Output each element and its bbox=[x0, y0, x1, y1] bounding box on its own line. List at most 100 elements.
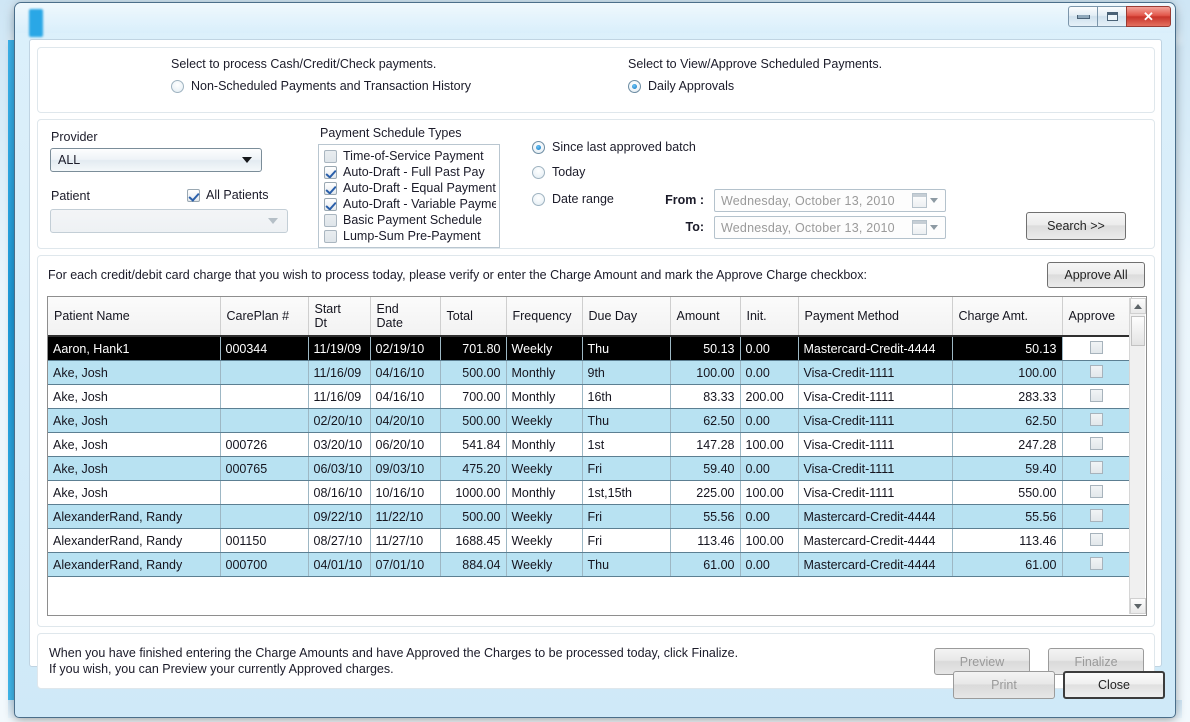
daily-approvals-radio-row[interactable]: Daily Approvals bbox=[628, 79, 734, 93]
cell-amount[interactable]: 147.28 bbox=[670, 433, 740, 457]
cell-approve[interactable] bbox=[1062, 481, 1131, 505]
cell-charge[interactable]: 50.13 bbox=[952, 336, 1062, 361]
cell-due[interactable]: Thu bbox=[582, 409, 670, 433]
cell-init[interactable]: 0.00 bbox=[740, 336, 798, 361]
approve-charge-checkbox[interactable] bbox=[1090, 389, 1103, 402]
cell-due[interactable]: Fri bbox=[582, 505, 670, 529]
table-row[interactable]: Ake, Josh11/16/0904/16/10700.00Monthly16… bbox=[48, 385, 1131, 409]
cell-end[interactable]: 06/20/10 bbox=[370, 433, 440, 457]
schedule-type-checkbox[interactable] bbox=[324, 214, 337, 227]
cell-careplan[interactable]: 000726 bbox=[220, 433, 308, 457]
table-row[interactable]: Ake, Josh00076506/03/1009/03/10475.20Wee… bbox=[48, 457, 1131, 481]
cell-careplan[interactable] bbox=[220, 361, 308, 385]
all-patients-checkbox-row[interactable]: All Patients bbox=[187, 188, 269, 202]
cell-name[interactable]: AlexanderRand, Randy bbox=[48, 505, 220, 529]
cell-approve[interactable] bbox=[1062, 361, 1131, 385]
col-end-date[interactable]: End Date bbox=[370, 297, 440, 336]
cell-init[interactable]: 0.00 bbox=[740, 409, 798, 433]
cell-freq[interactable]: Monthly bbox=[506, 481, 582, 505]
cell-approve[interactable] bbox=[1062, 336, 1131, 361]
cell-name[interactable]: Ake, Josh bbox=[48, 361, 220, 385]
cell-charge[interactable]: 113.46 bbox=[952, 529, 1062, 553]
cell-charge[interactable]: 55.56 bbox=[952, 505, 1062, 529]
cell-end[interactable]: 04/16/10 bbox=[370, 385, 440, 409]
cell-total[interactable]: 1688.45 bbox=[440, 529, 506, 553]
cell-start[interactable]: 02/20/10 bbox=[308, 409, 370, 433]
cell-start[interactable]: 09/22/10 bbox=[308, 505, 370, 529]
close-button[interactable]: Close bbox=[1063, 671, 1165, 699]
col-payment-method[interactable]: Payment Method bbox=[798, 297, 952, 336]
cell-charge[interactable]: 283.33 bbox=[952, 385, 1062, 409]
table-row[interactable]: Ake, Josh00072603/20/1006/20/10541.84Mon… bbox=[48, 433, 1131, 457]
cell-init[interactable]: 0.00 bbox=[740, 361, 798, 385]
cell-due[interactable]: Fri bbox=[582, 457, 670, 481]
cell-careplan[interactable]: 000765 bbox=[220, 457, 308, 481]
cell-careplan[interactable]: 000700 bbox=[220, 553, 308, 577]
col-due-day[interactable]: Due Day bbox=[582, 297, 670, 336]
schedule-type-item[interactable]: Time-of-Service Payment bbox=[322, 148, 496, 164]
table-row[interactable]: AlexanderRand, Randy00070004/01/1007/01/… bbox=[48, 553, 1131, 577]
cell-end[interactable]: 11/27/10 bbox=[370, 529, 440, 553]
cell-due[interactable]: 9th bbox=[582, 361, 670, 385]
approve-charge-checkbox[interactable] bbox=[1090, 509, 1103, 522]
cell-start[interactable]: 11/16/09 bbox=[308, 385, 370, 409]
cell-init[interactable]: 0.00 bbox=[740, 457, 798, 481]
cell-total[interactable]: 1000.00 bbox=[440, 481, 506, 505]
cell-init[interactable]: 100.00 bbox=[740, 529, 798, 553]
approve-charge-checkbox[interactable] bbox=[1090, 365, 1103, 378]
grid-vertical-scrollbar[interactable] bbox=[1129, 298, 1145, 614]
col-charge-amount[interactable]: Charge Amt. bbox=[952, 297, 1062, 336]
cell-amount[interactable]: 62.50 bbox=[670, 409, 740, 433]
today-radio-icon[interactable] bbox=[532, 166, 545, 179]
cell-approve[interactable] bbox=[1062, 433, 1131, 457]
cell-amount[interactable]: 61.00 bbox=[670, 553, 740, 577]
scrollbar-thumb[interactable] bbox=[1131, 316, 1145, 346]
col-patient-name[interactable]: Patient Name bbox=[48, 297, 220, 336]
cell-due[interactable]: Thu bbox=[582, 336, 670, 361]
col-init[interactable]: Init. bbox=[740, 297, 798, 336]
cell-end[interactable]: 07/01/10 bbox=[370, 553, 440, 577]
cell-total[interactable]: 701.80 bbox=[440, 336, 506, 361]
cell-amount[interactable]: 113.46 bbox=[670, 529, 740, 553]
cell-start[interactable]: 08/27/10 bbox=[308, 529, 370, 553]
minimize-button[interactable] bbox=[1068, 6, 1097, 27]
cell-charge[interactable]: 59.40 bbox=[952, 457, 1062, 481]
cell-start[interactable]: 08/16/10 bbox=[308, 481, 370, 505]
schedule-type-item[interactable]: Basic Payment Schedule bbox=[322, 212, 496, 228]
cell-due[interactable]: 1st,15th bbox=[582, 481, 670, 505]
cell-name[interactable]: Ake, Josh bbox=[48, 409, 220, 433]
close-window-button[interactable]: ✕ bbox=[1126, 6, 1171, 27]
schedule-type-checkbox[interactable] bbox=[324, 166, 337, 179]
col-total[interactable]: Total bbox=[440, 297, 506, 336]
cell-name[interactable]: AlexanderRand, Randy bbox=[48, 529, 220, 553]
dialog-title-bar[interactable]: ✕ bbox=[15, 3, 1175, 33]
cell-freq[interactable]: Weekly bbox=[506, 529, 582, 553]
table-row[interactable]: AlexanderRand, Randy09/22/1011/22/10500.… bbox=[48, 505, 1131, 529]
cell-method[interactable]: Mastercard-Credit-4444 bbox=[798, 505, 952, 529]
table-row[interactable]: AlexanderRand, Randy00115008/27/1011/27/… bbox=[48, 529, 1131, 553]
cell-total[interactable]: 884.04 bbox=[440, 553, 506, 577]
scroll-down-button[interactable] bbox=[1130, 598, 1146, 614]
cell-method[interactable]: Visa-Credit-1111 bbox=[798, 409, 952, 433]
cell-due[interactable]: 16th bbox=[582, 385, 670, 409]
cell-approve[interactable] bbox=[1062, 457, 1131, 481]
cell-amount[interactable]: 100.00 bbox=[670, 361, 740, 385]
approve-charge-checkbox[interactable] bbox=[1090, 485, 1103, 498]
cell-freq[interactable]: Weekly bbox=[506, 457, 582, 481]
cell-charge[interactable]: 62.50 bbox=[952, 409, 1062, 433]
search-button[interactable]: Search >> bbox=[1026, 212, 1126, 240]
cell-start[interactable]: 11/19/09 bbox=[308, 336, 370, 361]
cell-approve[interactable] bbox=[1062, 385, 1131, 409]
cell-freq[interactable]: Weekly bbox=[506, 336, 582, 361]
cell-end[interactable]: 04/20/10 bbox=[370, 409, 440, 433]
cell-name[interactable]: Aaron, Hank1 bbox=[48, 336, 220, 361]
cell-name[interactable]: AlexanderRand, Randy bbox=[48, 553, 220, 577]
cell-approve[interactable] bbox=[1062, 553, 1131, 577]
cell-init[interactable]: 100.00 bbox=[740, 481, 798, 505]
cell-method[interactable]: Visa-Credit-1111 bbox=[798, 433, 952, 457]
cell-total[interactable]: 541.84 bbox=[440, 433, 506, 457]
cell-careplan[interactable] bbox=[220, 385, 308, 409]
all-patients-checkbox[interactable] bbox=[187, 189, 200, 202]
scroll-up-button[interactable] bbox=[1130, 298, 1146, 314]
nonscheduled-radio-icon[interactable] bbox=[171, 80, 184, 93]
